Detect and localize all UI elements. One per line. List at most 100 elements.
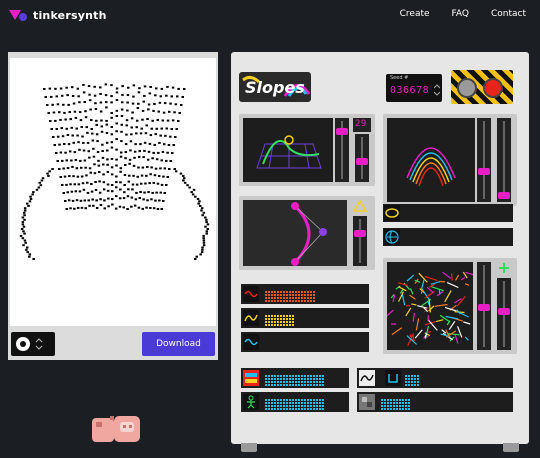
art-stroke (21, 223, 25, 226)
led-dot (396, 399, 398, 401)
art-stroke (186, 184, 189, 187)
art-stroke (147, 191, 150, 194)
led-dot (271, 402, 273, 404)
arcs-fader[interactable] (477, 118, 491, 202)
chaos-fader-2[interactable] (497, 278, 511, 350)
led-dot (295, 405, 297, 407)
art-stroke (66, 134, 70, 136)
art-stroke (149, 134, 153, 137)
art-stroke (133, 204, 137, 207)
art-stroke (106, 158, 109, 161)
wave-row-square[interactable] (241, 284, 369, 304)
machine-title: Slopes (245, 78, 305, 97)
art-stroke (137, 102, 140, 105)
art-stroke (74, 116, 78, 119)
art-stroke (201, 248, 204, 251)
art-stroke (95, 119, 98, 122)
bezier-curve-icon (291, 202, 327, 266)
randomize-button[interactable] (457, 78, 477, 98)
curve-screen[interactable] (243, 200, 347, 266)
chaos-screen[interactable] (385, 262, 476, 350)
arcs-screen[interactable] (387, 118, 475, 202)
art-stroke (66, 167, 70, 170)
wave-row-triangle[interactable] (241, 308, 369, 328)
nav-contact[interactable]: Contact (491, 9, 526, 19)
art-stroke (106, 170, 110, 173)
art-stroke (64, 200, 67, 202)
download-button[interactable]: Download (142, 332, 215, 356)
art-stroke (79, 199, 83, 202)
chaos-line (406, 274, 415, 282)
led-dot (310, 291, 312, 293)
wave-row-sine[interactable] (241, 332, 369, 352)
led-dot (286, 297, 288, 299)
layers-row[interactable] (241, 368, 349, 388)
art-stroke (71, 95, 75, 97)
seed-value[interactable]: 036678 (390, 85, 429, 96)
brand-logo[interactable]: tinkersynth (9, 8, 107, 22)
art-stroke (202, 244, 206, 247)
led-dot (286, 408, 288, 410)
art-stroke (70, 159, 73, 162)
machine-toggle[interactable] (11, 332, 55, 356)
perspective-screen[interactable] (243, 118, 333, 182)
fold-meter (405, 372, 420, 391)
pig-mascot-icon[interactable] (90, 412, 142, 448)
art-stroke (115, 99, 119, 101)
art-stroke (74, 158, 78, 161)
led-dot (319, 381, 321, 383)
led-dot (289, 315, 291, 317)
nav-faq[interactable]: FAQ (452, 9, 469, 19)
led-dot (298, 297, 300, 299)
art-stroke (95, 199, 98, 202)
art-stroke (138, 87, 141, 90)
art-stroke (124, 143, 128, 146)
art-stroke (204, 216, 207, 219)
chevron-updown-icon[interactable] (35, 336, 43, 352)
noise-row[interactable] (357, 392, 513, 412)
curve-fader[interactable] (353, 216, 367, 266)
art-stroke (120, 115, 124, 117)
led-dot (274, 318, 276, 320)
led-dot (307, 291, 309, 293)
art-stroke (160, 159, 163, 162)
art-stroke (137, 166, 140, 169)
seed-stepper-icon[interactable] (434, 84, 440, 96)
led-dot (390, 408, 392, 410)
art-stroke (84, 116, 88, 119)
led-dot (277, 291, 279, 293)
led-dot (295, 402, 297, 404)
art-canvas (10, 58, 216, 326)
chaos-fader[interactable] (477, 262, 491, 350)
led-dot (393, 408, 395, 410)
led-dot (313, 402, 315, 404)
led-dot (289, 384, 291, 386)
art-stroke (199, 253, 202, 256)
led-dot (292, 405, 294, 407)
arcs-fader-2[interactable] (497, 118, 511, 202)
art-stroke (93, 94, 97, 97)
led-dot (310, 378, 312, 380)
art-stroke (25, 202, 29, 205)
art-stroke (97, 159, 100, 162)
led-dot (289, 399, 291, 401)
peaks-fader[interactable] (355, 134, 369, 182)
led-dot (277, 405, 279, 407)
art-stroke (140, 127, 143, 130)
led-dot (283, 318, 285, 320)
power-button[interactable] (483, 78, 503, 98)
fold-row[interactable] (357, 368, 513, 388)
art-stroke (21, 237, 25, 240)
globe-toggle-row[interactable] (383, 228, 513, 246)
nav-create[interactable]: Create (400, 9, 430, 19)
art-stroke (86, 131, 89, 134)
art-stroke (101, 156, 105, 159)
shape-toggle-row[interactable] (383, 204, 513, 222)
perspective-fader[interactable] (335, 118, 349, 182)
triangle-wave-icon (243, 310, 259, 326)
art-stroke (115, 122, 118, 125)
led-dot (381, 408, 383, 410)
wave-amount-meter (265, 312, 295, 331)
art-stroke (205, 218, 208, 221)
person-row[interactable] (241, 392, 349, 412)
